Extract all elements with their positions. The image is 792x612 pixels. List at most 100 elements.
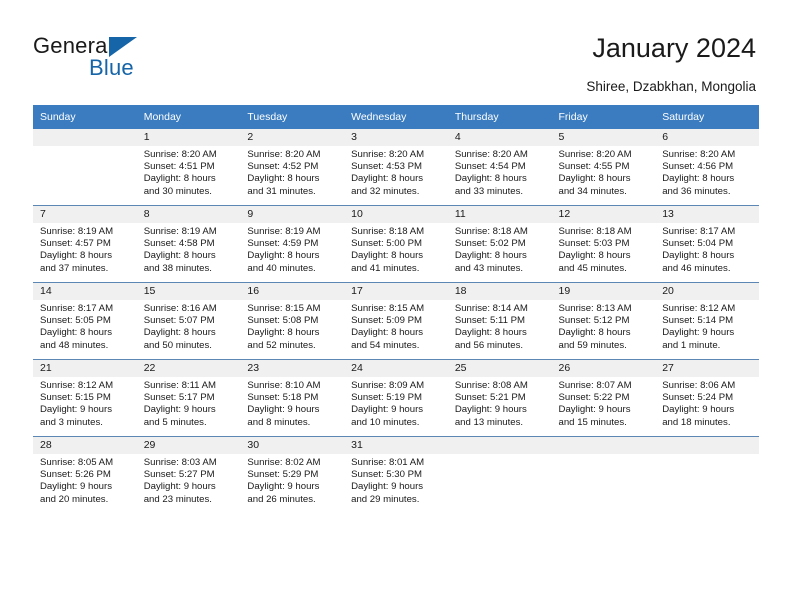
calendar-day-cell[interactable]: 24 Sunrise: 8:09 AM Sunset: 5:19 PM Dayligh… xyxy=(344,359,448,437)
day-detail-line: Daylight: 9 hours xyxy=(247,481,320,493)
day-detail-line: and 38 minutes. xyxy=(143,262,212,274)
page-header: General Blue January 2024 Shiree, Dzabkh… xyxy=(0,0,792,100)
calendar-week-row: 28 Sunrise: 8:05 AM Sunset: 5:26 PM Dayligh… xyxy=(33,436,759,513)
weekday-header-wednesday: Wednesday xyxy=(344,105,448,129)
day-detail-line: Sunrise: 8:20 AM xyxy=(351,149,425,160)
day-number xyxy=(447,437,552,454)
calendar-day-cell[interactable]: 25 Sunrise: 8:08 AM Sunset: 5:21 PM Dayligh… xyxy=(447,359,552,437)
day-details: Sunrise: 8:06 AM Sunset: 5:24 PM Daylight:… xyxy=(655,377,759,429)
day-detail-line: and 36 minutes. xyxy=(662,185,731,197)
weekday-header-saturday: Saturday xyxy=(655,105,759,129)
day-details: Sunrise: 8:07 AM Sunset: 5:22 PM Daylight:… xyxy=(552,377,656,429)
calendar-day-cell[interactable]: 1 Sunrise: 8:20 AM Sunset: 4:51 PM Daylight… xyxy=(136,129,241,206)
calendar-day-cell[interactable]: 26 Sunrise: 8:07 AM Sunset: 5:22 PM Dayligh… xyxy=(551,359,656,437)
calendar-day-cell[interactable]: 30 Sunrise: 8:02 AM Sunset: 5:29 PM Dayligh… xyxy=(240,436,345,513)
logo-triangle-icon xyxy=(109,37,137,57)
calendar-day-cell[interactable]: 4 Sunrise: 8:20 AM Sunset: 4:54 PM Daylight… xyxy=(447,129,552,206)
day-detail-line: Daylight: 9 hours xyxy=(558,404,631,416)
calendar-day-cell[interactable]: 18 Sunrise: 8:14 AM Sunset: 5:11 PM Dayligh… xyxy=(447,282,552,360)
day-number: 5 xyxy=(551,129,656,146)
day-detail-line: Sunset: 5:26 PM xyxy=(40,469,111,481)
calendar-day-cell[interactable]: 3 Sunrise: 8:20 AM Sunset: 4:53 PM Daylight… xyxy=(344,129,448,206)
calendar-day-cell[interactable]: 31 Sunrise: 8:01 AM Sunset: 5:30 PM Dayligh… xyxy=(344,436,448,513)
day-detail-line: and 46 minutes. xyxy=(662,262,731,274)
calendar-day-cell[interactable]: 17 Sunrise: 8:15 AM Sunset: 5:09 PM Dayligh… xyxy=(344,282,448,360)
day-number: 19 xyxy=(551,283,656,300)
day-details: Sunrise: 8:12 AM Sunset: 5:15 PM Daylight:… xyxy=(33,377,137,429)
calendar-day-cell[interactable]: 2 Sunrise: 8:20 AM Sunset: 4:52 PM Daylight… xyxy=(240,129,345,206)
calendar-day-cell[interactable]: 29 Sunrise: 8:03 AM Sunset: 5:27 PM Dayligh… xyxy=(136,436,241,513)
calendar-day-cell[interactable]: 7 Sunrise: 8:19 AM Sunset: 4:57 PM Daylight… xyxy=(33,205,137,283)
day-detail-line: Sunset: 5:04 PM xyxy=(662,238,734,250)
calendar-day-cell[interactable]: 28 Sunrise: 8:05 AM Sunset: 5:26 PM Dayligh… xyxy=(33,436,137,513)
day-details: Sunrise: 8:18 AM Sunset: 5:02 PM Daylight:… xyxy=(448,223,552,275)
page-title: January 2024 xyxy=(592,33,756,63)
calendar-day-cell[interactable]: 9 Sunrise: 8:19 AM Sunset: 4:59 PM Daylight… xyxy=(240,205,345,283)
calendar-day-cell[interactable]: 21 Sunrise: 8:12 AM Sunset: 5:15 PM Dayligh… xyxy=(33,359,137,437)
day-number: 21 xyxy=(33,360,137,377)
calendar-day-cell[interactable]: 11 Sunrise: 8:18 AM Sunset: 5:02 PM Dayligh… xyxy=(447,205,552,283)
day-detail-line: Sunset: 4:51 PM xyxy=(143,161,215,173)
calendar-day-cell[interactable]: 15 Sunrise: 8:16 AM Sunset: 5:07 PM Dayligh… xyxy=(136,282,241,360)
general-blue-logo[interactable]: General Blue xyxy=(33,33,203,81)
calendar-day-cell[interactable]: 23 Sunrise: 8:10 AM Sunset: 5:18 PM Dayligh… xyxy=(240,359,345,437)
calendar-day-cell[interactable]: 14 Sunrise: 8:17 AM Sunset: 5:05 PM Dayligh… xyxy=(33,282,137,360)
calendar-page: General Blue January 2024 Shiree, Dzabkh… xyxy=(0,0,792,612)
location-subtitle: Shiree, Dzabkhan, Mongolia xyxy=(586,79,756,94)
day-detail-line: Sunset: 4:56 PM xyxy=(662,161,734,173)
calendar-day-cell[interactable]: 13 Sunrise: 8:17 AM Sunset: 5:04 PM Dayligh… xyxy=(655,205,759,283)
day-detail-line: Sunrise: 8:16 AM xyxy=(143,303,217,314)
day-detail-line: Daylight: 8 hours xyxy=(454,327,527,339)
day-detail-line: and 3 minutes. xyxy=(40,416,103,428)
day-detail-line: and 54 minutes. xyxy=(351,339,420,351)
calendar-day-cell[interactable]: 16 Sunrise: 8:15 AM Sunset: 5:08 PM Dayligh… xyxy=(240,282,345,360)
day-detail-line: Sunset: 5:29 PM xyxy=(247,469,319,481)
calendar-day-cell[interactable]: 8 Sunrise: 8:19 AM Sunset: 4:58 PM Daylight… xyxy=(136,205,241,283)
day-detail-line: Daylight: 9 hours xyxy=(351,404,424,416)
day-number: 14 xyxy=(33,283,137,300)
calendar-day-cell[interactable]: 19 Sunrise: 8:13 AM Sunset: 5:12 PM Dayligh… xyxy=(551,282,656,360)
day-detail-line: Daylight: 9 hours xyxy=(247,404,320,416)
day-detail-line: and 29 minutes. xyxy=(351,493,420,505)
day-detail-line: Sunset: 5:17 PM xyxy=(143,392,215,404)
day-detail-line: Daylight: 8 hours xyxy=(40,250,112,262)
day-detail-line: and 23 minutes. xyxy=(143,493,212,505)
day-detail-line: Sunset: 5:09 PM xyxy=(351,315,423,327)
day-details: Sunrise: 8:18 AM Sunset: 5:03 PM Daylight:… xyxy=(552,223,656,275)
day-detail-line: Sunset: 4:58 PM xyxy=(143,238,215,250)
day-detail-line: Daylight: 9 hours xyxy=(40,481,112,493)
day-detail-line: Sunset: 5:21 PM xyxy=(454,392,526,404)
day-detail-line: Daylight: 8 hours xyxy=(454,173,527,185)
weekday-header-sunday: Sunday xyxy=(33,105,137,129)
day-detail-line: and 41 minutes. xyxy=(351,262,420,274)
day-number: 6 xyxy=(655,129,759,146)
calendar-day-cell[interactable]: 20 Sunrise: 8:12 AM Sunset: 5:14 PM Dayligh… xyxy=(655,282,759,360)
calendar-day-cell[interactable]: 12 Sunrise: 8:18 AM Sunset: 5:03 PM Dayligh… xyxy=(551,205,656,283)
calendar-week-row: 14 Sunrise: 8:17 AM Sunset: 5:05 PM Dayligh… xyxy=(33,282,759,360)
day-detail-line: Sunrise: 8:19 AM xyxy=(247,226,321,237)
day-number: 13 xyxy=(655,206,759,223)
calendar-day-cell[interactable]: 22 Sunrise: 8:11 AM Sunset: 5:17 PM Dayligh… xyxy=(136,359,241,437)
day-details: Sunrise: 8:20 AM Sunset: 4:53 PM Daylight:… xyxy=(344,146,448,198)
day-detail-line: Daylight: 9 hours xyxy=(143,404,216,416)
day-detail-line: and 56 minutes. xyxy=(454,339,524,351)
day-number: 11 xyxy=(447,206,552,223)
calendar-day-cell[interactable]: 6 Sunrise: 8:20 AM Sunset: 4:56 PM Daylight… xyxy=(655,129,759,206)
calendar-day-cell-empty xyxy=(655,436,759,513)
day-detail-line: Daylight: 8 hours xyxy=(558,250,631,262)
calendar-day-cell[interactable]: 5 Sunrise: 8:20 AM Sunset: 4:55 PM Daylight… xyxy=(551,129,656,206)
day-number: 27 xyxy=(655,360,759,377)
day-detail-line: Sunset: 5:14 PM xyxy=(662,315,734,327)
weekday-header-tuesday: Tuesday xyxy=(240,105,345,129)
day-detail-line: Sunset: 5:30 PM xyxy=(351,469,423,481)
day-detail-line: Daylight: 8 hours xyxy=(40,327,112,339)
calendar-day-cell[interactable]: 27 Sunrise: 8:06 AM Sunset: 5:24 PM Dayligh… xyxy=(655,359,759,437)
day-detail-line: Daylight: 8 hours xyxy=(558,327,631,339)
day-detail-line: Sunset: 5:08 PM xyxy=(247,315,319,327)
day-number: 3 xyxy=(344,129,448,146)
calendar-day-cell[interactable]: 10 Sunrise: 8:18 AM Sunset: 5:00 PM Dayligh… xyxy=(344,205,448,283)
day-detail-line: Daylight: 8 hours xyxy=(143,327,216,339)
day-detail-line: and 34 minutes. xyxy=(558,185,627,197)
day-detail-line: Sunset: 5:07 PM xyxy=(143,315,215,327)
day-detail-line: Daylight: 9 hours xyxy=(143,481,216,493)
